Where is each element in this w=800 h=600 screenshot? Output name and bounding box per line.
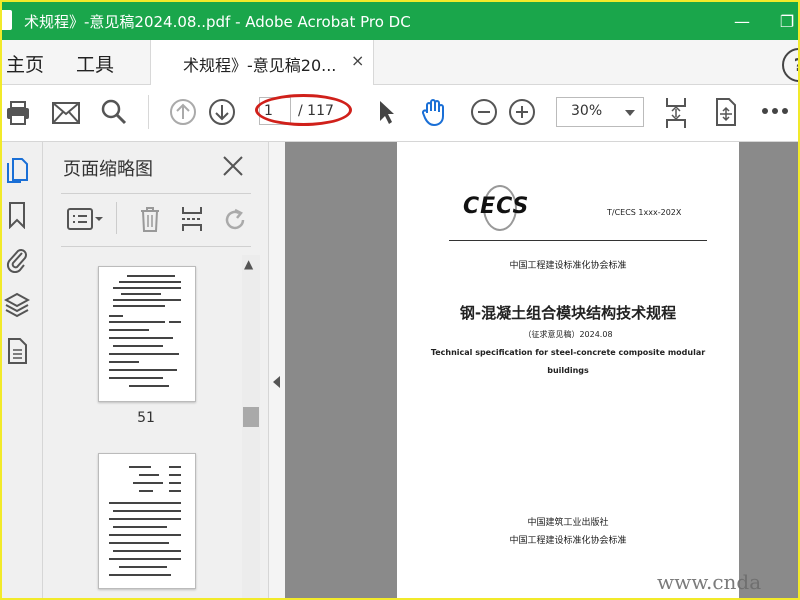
page-thumbnails-icon[interactable]: [2, 154, 32, 184]
cecs-logo: CECS: [463, 194, 530, 219]
help-button[interactable]: ?: [782, 48, 798, 82]
restore-button[interactable]: ❐: [767, 2, 798, 40]
select-cursor-icon[interactable]: [374, 98, 400, 126]
panel-separator: [116, 202, 117, 234]
email-icon[interactable]: [52, 99, 80, 127]
page-thumbnail[interactable]: [98, 453, 196, 589]
rotate-page-icon[interactable]: [221, 206, 249, 234]
english-title-line2: buildings: [547, 366, 589, 375]
thumbnail-page-number: 51: [137, 410, 155, 426]
close-panel-icon[interactable]: [221, 154, 245, 178]
title-bar: 术规程》-意见稿2024.08..pdf - Adobe Acrobat Pro…: [2, 2, 798, 40]
document-status: （征求意见稿）2024.08: [523, 330, 613, 339]
panel-divider: [61, 193, 251, 194]
rotate-view-icon[interactable]: [712, 97, 740, 127]
fit-page-icon[interactable]: [662, 96, 690, 130]
navigation-rail: [2, 142, 43, 598]
next-page-icon[interactable]: [208, 98, 236, 126]
header-rule: [449, 240, 707, 241]
page-number-input[interactable]: 1: [259, 97, 291, 125]
insert-page-icon[interactable]: [179, 204, 205, 234]
close-tab-button[interactable]: ×: [351, 51, 364, 70]
publisher-name: 中国建筑工业出版社: [527, 518, 609, 528]
bookmarks-icon[interactable]: [2, 200, 32, 230]
page-thumbnails-panel: 页面缩略图 51: [43, 142, 268, 598]
zoom-value: 30%: [571, 103, 603, 119]
attachments-icon[interactable]: [2, 244, 32, 274]
page-total: / 117: [298, 103, 334, 119]
publisher-association: 中国工程建设标准化协会标准: [509, 536, 627, 546]
english-title-line1: Technical specification for steel-concre…: [430, 348, 706, 357]
scrollbar-thumb[interactable]: [243, 407, 259, 427]
print-icon[interactable]: [4, 99, 32, 127]
pdf-page: CECS T/CECS 1xxx-202X 中国工程建设标准化协会标准 钢-混凝…: [397, 142, 739, 598]
previous-page-icon[interactable]: [169, 98, 197, 126]
site-watermark: www.cnda: [657, 570, 762, 594]
zoom-in-icon[interactable]: [508, 98, 536, 126]
content-icon[interactable]: [2, 336, 32, 366]
association-name: 中国工程建设标准化协会标准: [509, 261, 627, 271]
acrobat-logo-icon: [2, 10, 12, 30]
panel-collapse-handle[interactable]: [268, 142, 286, 598]
thumbnail-options-icon[interactable]: [65, 206, 105, 232]
panel-title: 页面缩略图: [63, 159, 153, 180]
collapse-left-icon: [273, 376, 280, 388]
toolbar: 1 / 117 30%: [2, 85, 798, 142]
more-options-icon[interactable]: [760, 101, 790, 121]
tab-home[interactable]: 主页: [6, 50, 44, 77]
standard-code: T/CECS 1xxx-202X: [607, 208, 682, 217]
window-title: 术规程》-意见稿2024.08..pdf - Adobe Acrobat Pro…: [24, 13, 411, 31]
document-tab-label: 术规程》-意见稿20...: [183, 56, 337, 75]
tab-bar: 主页 工具 术规程》-意见稿20... × ?: [2, 40, 798, 85]
app-window: 术规程》-意见稿2024.08..pdf - Adobe Acrobat Pro…: [0, 0, 800, 600]
zoom-select[interactable]: 30%: [556, 97, 644, 127]
delete-page-icon[interactable]: [137, 204, 163, 234]
scroll-up-icon[interactable]: ▲: [244, 257, 253, 271]
tab-tools[interactable]: 工具: [76, 50, 114, 77]
search-icon[interactable]: [100, 98, 128, 126]
document-view[interactable]: CECS T/CECS 1xxx-202X 中国工程建设标准化协会标准 钢-混凝…: [285, 142, 798, 598]
minimize-button[interactable]: —: [722, 2, 762, 40]
toolbar-separator: [148, 95, 149, 129]
panel-divider: [61, 246, 251, 247]
chevron-down-icon: [625, 110, 635, 116]
document-title: 钢-混凝土组合模块结构技术规程: [459, 304, 677, 322]
layers-icon[interactable]: [2, 290, 32, 320]
tab-document[interactable]: 术规程》-意见稿20... ×: [150, 40, 374, 85]
thumbnail-scrollbar[interactable]: [242, 255, 260, 598]
page-thumbnail[interactable]: [98, 266, 196, 402]
hand-tool-icon[interactable]: [420, 96, 450, 128]
zoom-out-icon[interactable]: [470, 98, 498, 126]
